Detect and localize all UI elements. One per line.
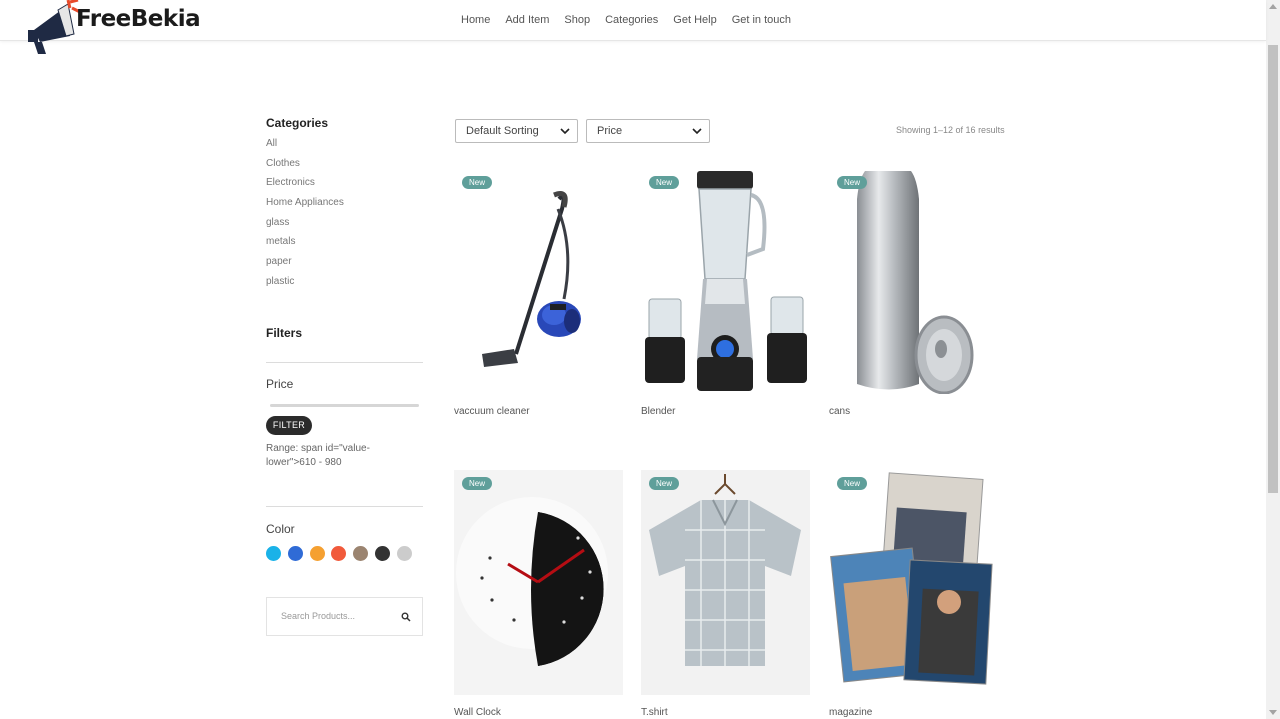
price-range-text: Range: span id="value-lower">610 - 980 xyxy=(266,443,370,468)
new-badge: New xyxy=(462,176,493,189)
tshirt-image xyxy=(649,474,801,666)
divider xyxy=(266,362,423,363)
filter-button[interactable]: FILTER xyxy=(266,416,312,435)
scrollbar-thumb[interactable] xyxy=(1268,45,1278,493)
magazine-image xyxy=(830,472,993,685)
product-name[interactable]: Blender xyxy=(641,406,675,417)
product-name[interactable]: cans xyxy=(829,406,850,417)
color-swatches xyxy=(266,546,419,561)
search-icon[interactable] xyxy=(401,612,411,622)
shop-sidebar: Categories All Clothes Electronics Home … xyxy=(266,116,423,636)
product-image[interactable]: New xyxy=(829,470,998,695)
product-card[interactable]: New Blender xyxy=(641,169,810,417)
price-range-slider[interactable] xyxy=(270,404,419,407)
color-swatch-blue[interactable] xyxy=(287,546,303,561)
search-input[interactable] xyxy=(281,611,391,621)
category-item-metals[interactable]: metals xyxy=(266,236,423,256)
megaphone-icon xyxy=(28,0,81,54)
vacuum-cleaner-image xyxy=(482,191,581,367)
color-swatch-cyan[interactable] xyxy=(266,546,281,561)
color-filter-label: Color xyxy=(266,522,295,536)
product-image[interactable]: New xyxy=(829,169,998,394)
product-name[interactable]: T.shirt xyxy=(641,707,668,718)
chevron-down-icon xyxy=(560,128,570,135)
category-item-plastic[interactable]: plastic xyxy=(266,276,423,296)
product-card[interactable]: New cans xyxy=(829,169,998,417)
price-filter-label: Price xyxy=(266,377,294,391)
new-badge: New xyxy=(462,477,493,490)
logo-text: FreeBekia xyxy=(76,6,201,32)
product-name[interactable]: magazine xyxy=(829,707,872,718)
color-swatch-black[interactable] xyxy=(374,546,390,561)
new-badge: New xyxy=(649,477,680,490)
categories-heading: Categories xyxy=(266,116,329,130)
nav-get-in-touch[interactable]: Get in touch xyxy=(732,14,791,26)
scroll-down-arrow-icon[interactable] xyxy=(1269,710,1277,715)
category-item-electronics[interactable]: Electronics xyxy=(266,177,423,197)
divider xyxy=(266,506,423,507)
nav-shop[interactable]: Shop xyxy=(564,14,590,26)
nav-home[interactable]: Home xyxy=(461,14,490,26)
product-card[interactable]: New T.shirt xyxy=(641,470,810,718)
color-swatch-brown[interactable] xyxy=(353,546,369,561)
product-image[interactable]: New xyxy=(641,470,810,695)
product-image[interactable]: New xyxy=(454,470,623,695)
category-item-home-appliances[interactable]: Home Appliances xyxy=(266,197,423,217)
product-image[interactable]: New xyxy=(454,169,623,394)
cans-image xyxy=(857,171,974,394)
product-card[interactable]: New magazine xyxy=(829,470,998,718)
price-selected-value: Price xyxy=(597,125,623,137)
product-name[interactable]: vaccuum cleaner xyxy=(454,406,530,417)
site-header: FreeBekia Home Add Item Shop Categories … xyxy=(0,0,1266,54)
blender-image xyxy=(645,171,807,391)
product-image[interactable]: New xyxy=(641,169,810,394)
product-search-box xyxy=(266,597,423,636)
product-card[interactable]: New vaccuum cleaner xyxy=(454,169,623,417)
main-nav: Home Add Item Shop Categories Get Help G… xyxy=(461,14,806,26)
price-select[interactable]: Price xyxy=(586,119,710,143)
nav-categories[interactable]: Categories xyxy=(605,14,658,26)
color-swatch-grey[interactable] xyxy=(396,546,412,561)
new-badge: New xyxy=(837,477,868,490)
sorting-select[interactable]: Default Sorting xyxy=(455,119,578,143)
filters-heading: Filters xyxy=(266,326,303,340)
scroll-up-arrow-icon[interactable] xyxy=(1269,4,1277,9)
color-swatch-orange[interactable] xyxy=(309,546,325,561)
color-swatch-red[interactable] xyxy=(331,546,347,561)
new-badge: New xyxy=(649,176,680,189)
logo[interactable]: FreeBekia xyxy=(24,0,201,54)
product-card[interactable]: New Wall Clock xyxy=(454,470,623,718)
new-badge: New xyxy=(837,176,868,189)
product-name[interactable]: Wall Clock xyxy=(454,707,501,718)
page-scrollbar[interactable] xyxy=(1266,0,1280,719)
category-item-clothes[interactable]: Clothes xyxy=(266,158,423,178)
category-item-glass[interactable]: glass xyxy=(266,217,423,237)
nav-add-item[interactable]: Add Item xyxy=(505,14,549,26)
category-item-all[interactable]: All xyxy=(266,138,423,158)
sorting-selected-value: Default Sorting xyxy=(466,125,539,137)
wall-clock-image xyxy=(456,497,608,666)
category-item-paper[interactable]: paper xyxy=(266,256,423,276)
chevron-down-icon xyxy=(692,128,702,135)
result-count: Showing 1–12 of 16 results xyxy=(896,125,1005,135)
nav-get-help[interactable]: Get Help xyxy=(673,14,716,26)
category-list: All Clothes Electronics Home Appliances … xyxy=(266,138,423,296)
